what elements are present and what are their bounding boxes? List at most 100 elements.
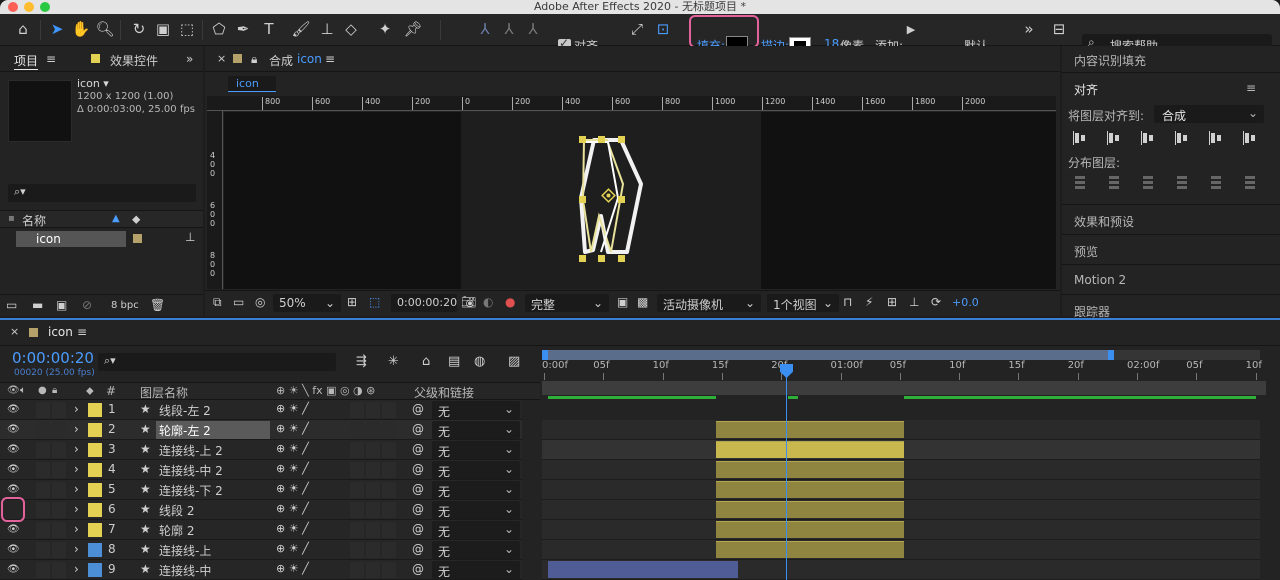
composition-tab-label[interactable]: 合成 xyxy=(269,52,293,69)
align-button-icon[interactable] xyxy=(1072,130,1088,146)
switch-box[interactable] xyxy=(350,402,364,418)
layer-duration-bar[interactable] xyxy=(716,521,904,538)
lock-icon[interactable]: 🔒︎ xyxy=(251,52,257,67)
composition-flowchart-tab[interactable]: icon xyxy=(228,76,276,92)
layer-row[interactable]: 👁︎ › 1 ★ 线段-左 2 ⊕ ☀ ╱ @ 无 ⌄ xyxy=(0,400,522,420)
switch-box[interactable] xyxy=(350,462,364,478)
eye-icon[interactable]: 👁︎ xyxy=(7,444,20,455)
parent-select[interactable]: 无 ⌄ xyxy=(432,421,520,439)
expand-chevron-icon[interactable]: › xyxy=(74,402,79,416)
layer-row[interactable]: 👁︎ › 8 ★ 连接线-上 ⊕ ☀ ╱ @ 无 ⌄ xyxy=(0,540,522,560)
switch-box[interactable] xyxy=(382,462,396,478)
pan-behind-tool-icon[interactable]: ⬚ xyxy=(176,18,198,40)
preview-panel[interactable]: 预览 xyxy=(1074,243,1098,260)
pickwhip-icon[interactable]: @ xyxy=(412,502,424,516)
effects-presets-panel[interactable]: 效果和预设 xyxy=(1074,213,1134,230)
switch-box[interactable] xyxy=(382,402,396,418)
monitor-icon[interactable]: ▭ xyxy=(233,295,244,309)
align-button-icon[interactable] xyxy=(1174,130,1190,146)
layer-switches[interactable]: ⊕ ☀ ╱ xyxy=(276,402,309,415)
layer-name[interactable]: 连接线-上 2 xyxy=(156,441,270,459)
work-area-bar[interactable] xyxy=(544,350,1114,360)
show-snapshot-icon[interactable]: ◐ xyxy=(483,295,493,309)
expand-chevron-icon[interactable]: › xyxy=(74,442,79,456)
snap-line-icon[interactable]: ⤢ xyxy=(626,18,648,40)
distribute-button-icon[interactable] xyxy=(1072,174,1088,190)
timeline-search-input[interactable]: ⌕▾ xyxy=(98,353,336,371)
workspace-overflow-icon[interactable]: » xyxy=(1018,18,1040,40)
close-tab-icon[interactable]: × xyxy=(10,325,19,338)
eye-icon[interactable]: 👁︎ xyxy=(7,524,20,535)
composition-tab-name[interactable]: icon xyxy=(297,52,322,66)
solo-toggle[interactable] xyxy=(36,562,50,578)
pickwhip-icon[interactable]: @ xyxy=(412,422,424,436)
solo-toggle[interactable] xyxy=(36,442,50,458)
lock-toggle[interactable] xyxy=(52,522,66,538)
region-of-interest-icon[interactable]: ▣ xyxy=(617,295,628,309)
tab-project[interactable]: 项目 xyxy=(14,52,39,70)
align-button-icon[interactable] xyxy=(1208,130,1224,146)
safe-zones-icon[interactable]: ⊞ xyxy=(347,295,357,309)
views-select[interactable]: 1个视图 ⌄ xyxy=(767,294,839,312)
lock-toggle[interactable] xyxy=(52,562,66,578)
expand-chevron-icon[interactable]: › xyxy=(74,542,79,556)
parent-select[interactable]: 无 ⌄ xyxy=(432,441,520,459)
switch-box[interactable] xyxy=(382,542,396,558)
close-tab-icon[interactable]: × xyxy=(217,52,226,65)
solo-toggle[interactable] xyxy=(36,462,50,478)
parent-select[interactable]: 无 ⌄ xyxy=(432,501,520,519)
pickwhip-icon[interactable]: @ xyxy=(412,442,424,456)
horizontal-ruler[interactable]: 800 600 400 200 0 200 400 600 800 1000 1200 1400 160… xyxy=(207,96,1056,111)
reset-exposure-icon[interactable]: ⟳ xyxy=(931,295,941,309)
camera-tool-icon[interactable]: ▣ xyxy=(152,18,174,40)
layer-switches[interactable]: ⊕ ☀ ╱ xyxy=(276,422,309,435)
draft-3d-icon[interactable]: ✳ xyxy=(388,354,399,369)
trash-icon[interactable]: 🗑︎ xyxy=(150,298,165,312)
composition-canvas[interactable] xyxy=(461,112,761,289)
panel-menu-icon[interactable]: ≡ xyxy=(46,52,56,66)
column-name[interactable]: 名称 xyxy=(22,212,46,229)
add-menu-icon[interactable]: ▶ xyxy=(900,18,922,40)
pickwhip-icon[interactable]: @ xyxy=(412,522,424,536)
layer-row[interactable]: › 6 ★ 线段 2 ⊕ ☀ ╱ @ 无 ⌄ xyxy=(0,500,522,520)
layer-switches[interactable]: ⊕ ☀ ╱ xyxy=(276,462,309,475)
switch-box[interactable] xyxy=(382,522,396,538)
sort-ascending-icon[interactable]: ▲ xyxy=(112,213,120,224)
new-folder-icon[interactable]: ▬ xyxy=(32,298,43,312)
parent-select[interactable]: 无 ⌄ xyxy=(432,521,520,539)
panel-overflow-icon[interactable]: » xyxy=(186,52,193,66)
current-time-field[interactable]: 0:00:00:20 xyxy=(391,294,457,312)
switch-box[interactable] xyxy=(366,502,380,518)
lock-toggle[interactable] xyxy=(52,422,66,438)
project-settings-icon[interactable]: ⊘ xyxy=(82,298,92,312)
distribute-button-icon[interactable] xyxy=(1106,174,1122,190)
roto-brush-tool-icon[interactable]: ✦ xyxy=(374,18,396,40)
eye-icon[interactable]: 👁︎ xyxy=(7,404,20,415)
label-column-icon[interactable]: ⬥ xyxy=(132,212,140,227)
switch-box[interactable] xyxy=(350,422,364,438)
resolution-select[interactable]: 完整 ⌄ xyxy=(525,294,609,312)
layer-row[interactable]: 👁︎ › 4 ★ 连接线-中 2 ⊕ ☀ ╱ @ 无 ⌄ xyxy=(0,460,522,480)
eye-icon[interactable]: 👁︎ xyxy=(7,464,20,475)
switch-box[interactable] xyxy=(350,442,364,458)
layer-row[interactable]: 👁︎ › 9 ★ 连接线-中 ⊕ ☀ ╱ @ 无 ⌄ xyxy=(0,560,522,580)
camera-select[interactable]: 活动摄像机 ⌄ xyxy=(657,294,761,312)
solo-toggle[interactable] xyxy=(36,542,50,558)
project-item-name[interactable]: icon ▾ xyxy=(77,77,109,90)
layer-label-swatch[interactable] xyxy=(88,563,102,577)
snap-box-icon[interactable]: ⊡ xyxy=(652,18,674,40)
layer-row[interactable]: 👁︎ › 2 ★ 轮廓-左 2 ⊕ ☀ ╱ @ 无 ⌄ xyxy=(0,420,522,440)
expand-chevron-icon[interactable]: › xyxy=(74,482,79,496)
align-button-icon[interactable] xyxy=(1242,130,1258,146)
switch-box[interactable] xyxy=(366,542,380,558)
fast-previews-icon[interactable]: ⚡︎ xyxy=(865,295,873,309)
work-area-start-handle[interactable] xyxy=(542,350,548,360)
layer-label-swatch[interactable] xyxy=(88,463,102,477)
distribute-button-icon[interactable] xyxy=(1242,174,1258,190)
parent-select[interactable]: 无 ⌄ xyxy=(432,461,520,479)
graph-editor-icon[interactable]: ▨ xyxy=(508,354,520,369)
zoom-tool-icon[interactable]: 🔍︎ xyxy=(94,18,116,40)
layer-name[interactable]: 轮廓 2 xyxy=(156,521,270,539)
expand-chevron-icon[interactable]: › xyxy=(74,522,79,536)
timeline-current-time[interactable]: 0:00:00:20 xyxy=(12,349,94,367)
